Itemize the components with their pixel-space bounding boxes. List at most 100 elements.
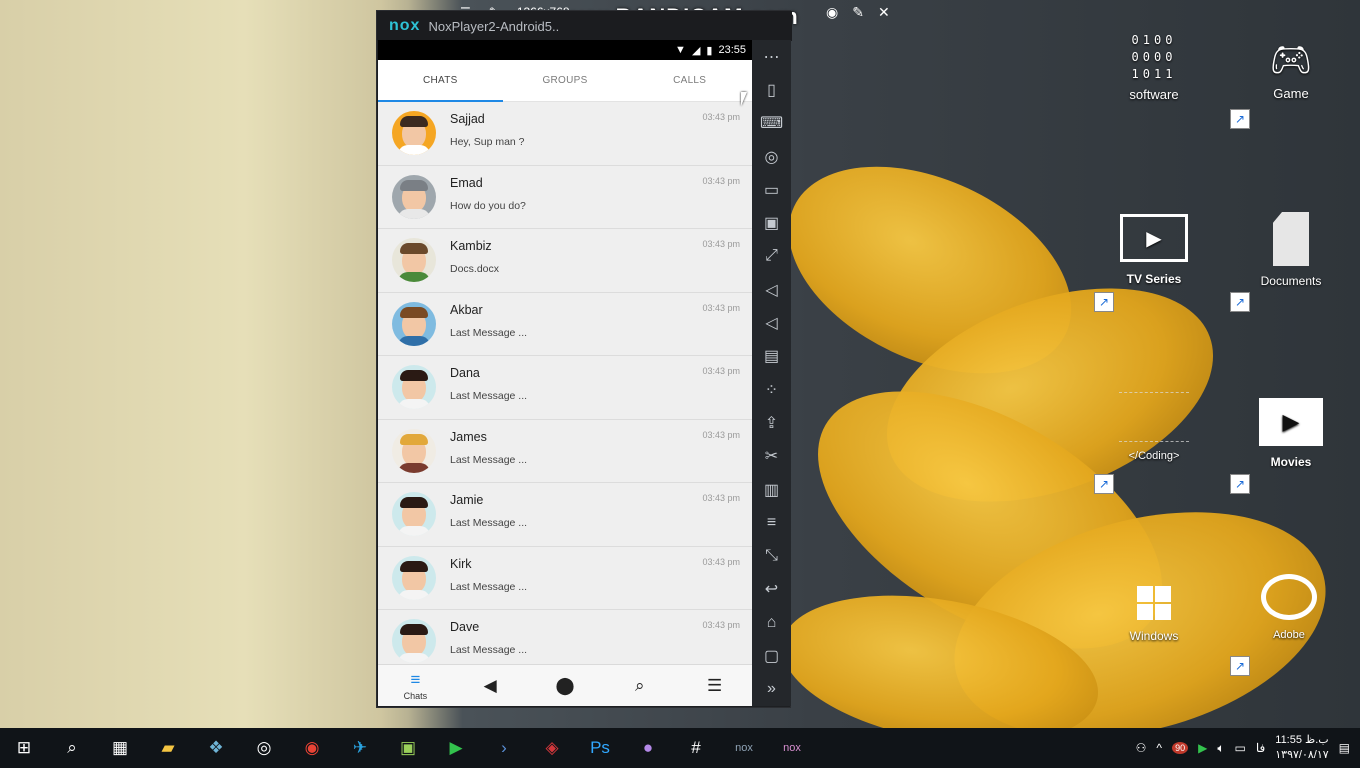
code-icon bbox=[1119, 392, 1189, 442]
people-icon[interactable]: ⚇ bbox=[1136, 741, 1147, 755]
volume-icon[interactable]: 🔈︎ bbox=[1217, 741, 1224, 756]
tab-chats[interactable]: CHATS bbox=[378, 60, 503, 101]
task-view-icon[interactable]: ▦ bbox=[96, 728, 144, 768]
github-icon[interactable]: ● bbox=[624, 728, 672, 768]
chat-row[interactable]: Kambiz Docs.docx 03:43 pm bbox=[378, 229, 752, 293]
avatar bbox=[392, 301, 436, 346]
desktop-movies[interactable]: ▶ Movies bbox=[1254, 398, 1328, 469]
screen-icon[interactable]: ▭ bbox=[752, 173, 791, 206]
nav-location-pin[interactable]: ⬤ bbox=[528, 665, 603, 706]
menu-icon[interactable]: ≡ bbox=[752, 506, 791, 539]
chrome-icon[interactable]: ◉ bbox=[288, 728, 336, 768]
toolbox-icon[interactable]: ▤ bbox=[752, 340, 791, 373]
more-icon[interactable]: ⋯ bbox=[752, 40, 791, 73]
desktop-software[interactable]: 0100 0000 1011 software bbox=[1118, 32, 1190, 102]
desktop-adobe[interactable]: Adobe bbox=[1254, 574, 1324, 641]
binary-icon: 0100 0000 1011 bbox=[1131, 33, 1177, 81]
contact-name: James bbox=[450, 429, 487, 444]
message-time: 03:43 pm bbox=[702, 493, 740, 503]
nav-speaker[interactable]: ◀ bbox=[453, 665, 528, 706]
clock-time: 11:55 ب.ظ bbox=[1275, 734, 1329, 746]
chat-row[interactable]: Dana Last Message ... 03:43 pm bbox=[378, 356, 752, 420]
location-icon[interactable]: ◎ bbox=[752, 140, 791, 173]
document-icon bbox=[1273, 212, 1309, 266]
shortcut-arrow-icon: ↗ bbox=[1230, 109, 1250, 129]
chat-row[interactable]: Kirk Last Message ... 03:43 pm bbox=[378, 546, 752, 610]
home-icon[interactable]: ⌂ bbox=[752, 606, 791, 639]
tv-icon: ▶ bbox=[1120, 214, 1188, 262]
recent-apps-icon[interactable]: ▢ bbox=[752, 639, 791, 672]
back-icon[interactable]: ↩ bbox=[752, 573, 791, 606]
import-icon[interactable]: ⇪ bbox=[752, 406, 791, 439]
chat-list: Sajjad Hey, Sup man ? 03:43 pm Emad How … bbox=[378, 102, 752, 664]
telegram-icon[interactable]: ✈ bbox=[336, 728, 384, 768]
scissors-icon[interactable]: ✂ bbox=[752, 440, 791, 473]
desktop-game[interactable]: 🎮︎ Game bbox=[1256, 40, 1326, 101]
photoshop-icon[interactable]: Ps bbox=[576, 728, 624, 768]
system-tray: ⚇ ^ 90 ▶ 🔈︎ ▭ فا 11:55 ب.ظ ۱۳۹۷/۰۸/۱۷ ▤ bbox=[1136, 728, 1360, 768]
pencil-icon[interactable]: ✎ bbox=[852, 4, 864, 21]
webstorm-icon[interactable]: ▣ bbox=[384, 728, 432, 768]
resize-icon[interactable]: ⤡ bbox=[752, 539, 791, 572]
film-icon: ▶ bbox=[1259, 398, 1323, 446]
nox-multi-icon[interactable]: nox bbox=[768, 728, 816, 768]
nav-search[interactable]: ⌕ bbox=[602, 665, 677, 706]
file-explorer-icon[interactable]: ▰ bbox=[144, 728, 192, 768]
bottom-navigation: ≡ Chats ◀ ⬤ ⌕ ☰ bbox=[378, 664, 752, 706]
clock[interactable]: 11:55 ب.ظ ۱۳۹۷/۰۸/۱۷ bbox=[1275, 733, 1328, 763]
slack-icon[interactable]: # bbox=[672, 728, 720, 768]
last-message: Last Message ... bbox=[450, 517, 528, 529]
message-time: 03:43 pm bbox=[702, 556, 740, 567]
desktop-tv-series[interactable]: ▶ TV Series bbox=[1118, 214, 1190, 286]
flag-tray-icon[interactable]: ▶ bbox=[1198, 741, 1207, 755]
desktop-label: Documents bbox=[1260, 274, 1322, 288]
target-app-icon[interactable]: ◎ bbox=[240, 728, 288, 768]
desktop-documents[interactable]: Documents bbox=[1254, 212, 1328, 288]
search-icon[interactable]: ⌕ bbox=[48, 728, 96, 768]
tab-bar: CHATS GROUPS CALLS bbox=[378, 60, 752, 102]
chat-row[interactable]: James Last Message ... 03:43 pm bbox=[378, 419, 752, 483]
shortcut-arrow-icon: ↗ bbox=[1230, 656, 1250, 676]
nox-taskbar-icon[interactable]: nox bbox=[720, 728, 768, 768]
chat-row[interactable]: Akbar Last Message ... 03:43 pm bbox=[378, 292, 752, 356]
multi-instance-icon[interactable]: ▥ bbox=[752, 473, 791, 506]
volume-down-icon[interactable]: ◁ bbox=[752, 306, 791, 339]
contact-name: Dave bbox=[450, 620, 480, 634]
desktop-coding[interactable]: </Coding> bbox=[1114, 392, 1194, 462]
chat-row[interactable]: Jamie Last Message ... 03:43 pm bbox=[378, 483, 752, 547]
macro-icon[interactable]: ⁘ bbox=[752, 373, 791, 406]
language-indicator[interactable]: فا bbox=[1256, 741, 1265, 755]
message-time: 03:43 pm bbox=[702, 366, 740, 376]
window-title: NoxPlayer2-Android5.. bbox=[428, 18, 560, 34]
fullscreen-icon[interactable]: ⤢ bbox=[752, 240, 791, 273]
chevron-up-icon[interactable]: ^ bbox=[1156, 741, 1162, 755]
tab-groups[interactable]: GROUPS bbox=[503, 60, 628, 101]
tab-calls[interactable]: CALLS bbox=[627, 60, 752, 101]
last-message: Docs.docx bbox=[450, 263, 500, 275]
nav-menu[interactable]: ☰ bbox=[677, 665, 752, 706]
start-button[interactable]: ⊞ bbox=[0, 728, 48, 768]
network-icon[interactable]: ▭ bbox=[1235, 741, 1246, 755]
camera-icon[interactable]: ◉ bbox=[826, 4, 838, 21]
close-icon[interactable]: ✕ bbox=[878, 4, 890, 21]
volume-up-icon[interactable]: ◁ bbox=[752, 273, 791, 306]
keyboard-icon[interactable]: ⌨ bbox=[752, 107, 791, 140]
expand-icon[interactable]: » bbox=[752, 673, 791, 706]
location-pin-icon: ⬤ bbox=[555, 675, 575, 695]
nav-chat[interactable]: ≡ Chats bbox=[378, 665, 453, 706]
desktop-windows[interactable]: Windows bbox=[1118, 586, 1190, 643]
chat-row[interactable]: Dave Last Message ... 03:43 pm bbox=[378, 610, 752, 664]
red-app-icon[interactable]: ◈ bbox=[528, 728, 576, 768]
nox-titlebar[interactable]: nox NoxPlayer2-Android5.. bbox=[377, 11, 792, 41]
chat-row[interactable]: Sajjad Hey, Sup man ? 03:43 pm bbox=[378, 102, 752, 166]
chat-row[interactable]: Emad How do you do? 03:43 pm bbox=[378, 165, 752, 229]
last-message: Last Message ... bbox=[450, 390, 528, 402]
contact-name: Jamie bbox=[450, 493, 484, 507]
flag-app-icon[interactable]: ▶ bbox=[432, 728, 480, 768]
contact-name: Kambiz bbox=[450, 239, 492, 253]
media-app-icon[interactable]: ❖ bbox=[192, 728, 240, 768]
apk-icon[interactable]: ▣ bbox=[752, 206, 791, 239]
powershell-icon[interactable]: › bbox=[480, 728, 528, 768]
notification-icon[interactable]: ▤ bbox=[1339, 741, 1350, 755]
shake-icon[interactable]: ▯ bbox=[752, 73, 791, 106]
